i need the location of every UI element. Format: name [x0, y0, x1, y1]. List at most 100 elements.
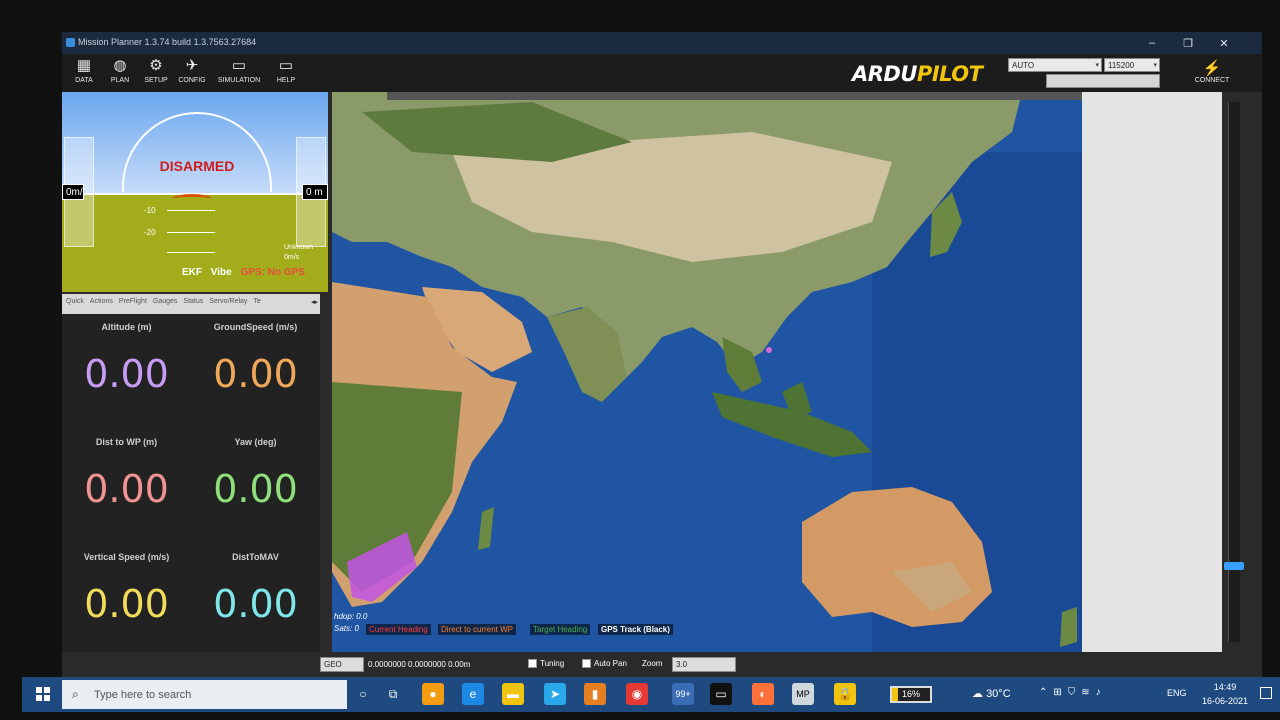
tab-quick[interactable]: Quick [66, 298, 84, 310]
quick-value: 0.00 [84, 352, 169, 396]
hud-status-row: EKF Vibe GPS: No GPS [182, 267, 305, 278]
cloud-icon: ☁ [972, 688, 983, 700]
coord-system-combo[interactable]: GEO [320, 657, 364, 672]
menu-bar: ▦ DATA ◍ PLAN ⚙ SETUP ✈ CONFIG ▭ SIMULAT… [62, 54, 1262, 92]
tuning-label: Tuning [540, 659, 565, 668]
terminal-icon[interactable]: ▭ [710, 683, 732, 705]
vibe-indicator[interactable]: Vibe [211, 267, 232, 278]
satellite-map[interactable]: hdop: 0.0 Sats: 0 Current Heading Direct… [332, 92, 1082, 652]
close-button[interactable]: ✕ [1206, 32, 1242, 54]
chrome-icon[interactable]: ◉ [626, 683, 648, 705]
connect-label: CONNECT [1194, 77, 1230, 84]
quick-label: Yaw (deg) [234, 437, 277, 447]
notification-center-icon[interactable] [1260, 687, 1272, 699]
app-icon[interactable]: ● [422, 683, 444, 705]
map-status-bar: GEO 0.0000000 0.0000000 0.00m Tuning Aut… [62, 652, 1262, 677]
shield-icon[interactable]: ⛉ [1068, 687, 1082, 698]
quick-value: 0.00 [213, 467, 298, 511]
tab-preflight[interactable]: PreFlight [119, 298, 147, 310]
cursor-coordinates: 0.0000000 0.0000000 0.00m [368, 660, 471, 669]
flight-mode-combo[interactable]: AUTO ▾ [1008, 58, 1102, 72]
tab-actions[interactable]: Actions [90, 298, 113, 310]
menu-config-label: CONFIG [178, 77, 206, 84]
quick-label: DistToMAV [232, 552, 279, 562]
app-icon[interactable]: ▮ [584, 683, 606, 705]
taskbar-search[interactable]: ⌕ Type here to search [62, 680, 347, 709]
language-indicator[interactable]: ENG [1167, 688, 1187, 698]
menu-setup[interactable]: ⚙ SETUP [138, 57, 174, 91]
wifi-icon[interactable]: ≋ [1081, 687, 1095, 698]
task-view-icon[interactable]: ⧉ [382, 683, 404, 705]
menu-setup-label: SETUP [144, 77, 168, 84]
file-explorer-icon[interactable]: ▬ [502, 683, 524, 705]
windows-start-icon[interactable] [36, 687, 50, 701]
mission-planner-icon[interactable]: MP [792, 683, 814, 705]
zoom-slider-thumb[interactable] [1224, 562, 1244, 570]
minimize-button[interactable]: – [1134, 32, 1170, 54]
logo-pilot: PILOT [916, 62, 983, 86]
tuning-checkbox[interactable]: Tuning [528, 659, 565, 669]
tab-gauges[interactable]: Gauges [153, 298, 178, 310]
system-tray[interactable]: ⌃⊞⛉≋♪ [1039, 687, 1107, 698]
quick-altitude[interactable]: Altitude (m) 0.00 [62, 314, 191, 429]
legend-target-heading: Target Heading [530, 624, 591, 635]
quick-yaw[interactable]: Yaw (deg) 0.00 [191, 429, 320, 544]
armed-status: DISARMED [159, 158, 235, 174]
tab-scroll-arrows-icon[interactable]: ◂▸ [311, 298, 318, 306]
battery-indicator[interactable]: 16% [890, 686, 932, 703]
quick-label: GroundSpeed (m/s) [213, 322, 298, 332]
notification-badge-icon[interactable]: 99+ [672, 683, 694, 705]
menu-plan[interactable]: ◍ PLAN [102, 57, 138, 91]
legend-direct-to-wp: Direct to current WP [438, 624, 517, 635]
edge-icon[interactable]: e [462, 683, 484, 705]
data-icon: ▦ [76, 57, 92, 74]
quick-dist-to-wp[interactable]: Dist to WP (m) 0.00 [62, 429, 191, 544]
volume-icon[interactable]: ♪ [1096, 687, 1107, 698]
baud-rate-combo[interactable]: 115200 ▾ [1104, 58, 1160, 72]
tab-truncated[interactable]: Te [253, 298, 260, 310]
zoom-input[interactable]: 3.0 [672, 657, 736, 672]
altitude-readout: 0 m [302, 184, 328, 200]
sats-readout: Sats: 0 [334, 624, 359, 633]
telegram-icon[interactable]: ➤ [544, 683, 566, 705]
battery-percent: 16% [901, 689, 920, 699]
menu-simulation[interactable]: ▭ SIMULATION [214, 57, 264, 91]
menu-data[interactable]: ▦ DATA [66, 57, 102, 91]
menu-simulation-label: SIMULATION [217, 77, 261, 84]
quick-dist-to-mav[interactable]: DistToMAV 0.00 [191, 544, 320, 659]
menu-help-label: HELP [276, 77, 296, 84]
quick-groundspeed[interactable]: GroundSpeed (m/s) 0.00 [191, 314, 320, 429]
chevron-up-icon[interactable]: ⌃ [1039, 687, 1053, 698]
badge-count: 99+ [675, 689, 691, 699]
quick-vertical-speed[interactable]: Vertical Speed (m/s) 0.00 [62, 544, 191, 659]
clock[interactable]: 14:49 16-06-2021 [1202, 680, 1248, 708]
ekf-indicator[interactable]: EKF [182, 267, 202, 278]
menu-help[interactable]: ▭ HELP [268, 57, 304, 91]
quick-label: Vertical Speed (m/s) [83, 552, 170, 562]
checkbox-box[interactable] [582, 659, 591, 669]
port-combo[interactable] [1046, 74, 1160, 88]
hud-display: -10 -20 DISARMED 0m/ 0 m Unknown 0m/s EK… [62, 92, 328, 292]
checkbox-box[interactable] [528, 659, 537, 669]
climb-rate-text: 0m/s [284, 254, 300, 261]
weather-widget[interactable]: ☁ 30°C [972, 687, 1011, 700]
network-icon[interactable]: ⊞ [1053, 687, 1067, 698]
autopan-checkbox[interactable]: Auto Pan [582, 659, 627, 669]
legend-current-heading: Current Heading [366, 624, 431, 635]
menu-config[interactable]: ✈ CONFIG [174, 57, 210, 91]
lock-icon[interactable]: 🔒 [834, 683, 856, 705]
firefox-icon[interactable]: ◐ [752, 683, 774, 705]
connect-button[interactable]: ⚡ CONNECT [1187, 60, 1237, 90]
tab-status[interactable]: Status [183, 298, 203, 310]
quick-value: 0.00 [213, 352, 298, 396]
menu-plan-label: PLAN [110, 77, 130, 84]
search-icon: ⌕ [72, 687, 79, 701]
hdop-readout: hdop: 0.0 [334, 612, 368, 621]
cortana-icon[interactable]: ○ [352, 683, 374, 705]
monitor-icon: ▭ [231, 57, 247, 74]
tab-servo-relay[interactable]: Servo/Relay [209, 298, 247, 310]
maximize-button[interactable]: ❐ [1170, 32, 1206, 54]
zoom-slider-track[interactable] [1228, 102, 1240, 642]
chevron-down-icon: ▾ [1095, 62, 1099, 69]
alt-source-text: Unknown [284, 244, 314, 251]
